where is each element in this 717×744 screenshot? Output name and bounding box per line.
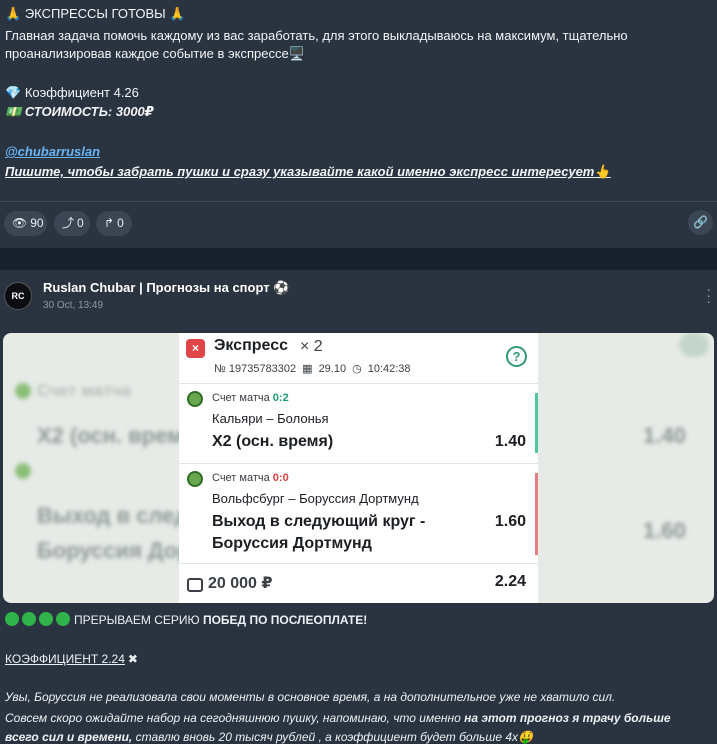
green-circle-icon: [22, 612, 36, 626]
share-icon: ⤴: [62, 216, 75, 230]
message-gap: [0, 248, 717, 270]
post-title: 🙏 ЭКСПРЕССЫ ГОТОВЫ 🙏: [5, 5, 185, 22]
score-label: Счет матча: [212, 472, 270, 484]
copy-link-button[interactable]: 🔗: [688, 210, 713, 235]
streak-prefix: ПРЕРЫВАЕМ СЕРИЮ: [74, 613, 200, 627]
green-circle-icon: [56, 612, 70, 626]
event-odd: 1.40: [494, 433, 526, 450]
views-counter[interactable]: 👁 90: [4, 211, 47, 236]
event-score: Счет матча 0:2: [212, 392, 289, 404]
post-title-text: ЭКСПРЕССЫ ГОТОВЫ: [24, 6, 166, 21]
green-circles: [5, 612, 70, 626]
forward-counter[interactable]: ↱ 0: [96, 211, 132, 236]
events-count: × 2: [300, 338, 323, 355]
post-text-line1: Увы, Боруссия не реализовала свои момент…: [5, 690, 616, 704]
card-header: × Экспресс × 2 № 19735783302 ▦ 29.10 ◷ 1…: [179, 333, 538, 383]
money-icon: 💵: [5, 104, 22, 119]
blurred-ball-icon: [15, 383, 31, 399]
cost-line: 💵 СТОИМОСТЬ: 3000₽: [5, 103, 154, 120]
computer-icon: 🖥️: [288, 46, 305, 61]
blurred-background-text: Счет матча: [37, 381, 131, 400]
green-circle-icon: [5, 612, 19, 626]
green-circle-icon: [39, 612, 53, 626]
more-options-icon[interactable]: · · ·: [706, 282, 711, 308]
post-text-line2: Совсем скоро ожидайте набор на сегодняшн…: [5, 710, 671, 726]
blurred-background-text: 1.40: [643, 423, 686, 448]
message-post-express-ready: 🙏 ЭКСПРЕССЫ ГОТОВЫ 🙏 Главная задача помо…: [0, 0, 717, 248]
gem-icon: 💎: [5, 85, 22, 100]
soccer-ball-icon: [187, 391, 203, 407]
blurred-background-text: 1.60: [643, 518, 686, 543]
event-teams: Кальяри – Болонья: [212, 411, 329, 426]
event-bet: Выход в следующий круг - Боруссия Дортму…: [212, 511, 425, 555]
blurred-background-shape: [679, 333, 709, 357]
coefficient-line: 💎 Коэффициент 4.26: [5, 84, 139, 101]
share-counter[interactable]: ⤴ 0: [54, 211, 90, 236]
forward-icon: ↱: [104, 216, 115, 230]
pray-icon: 🙏: [5, 6, 22, 21]
username-link[interactable]: @chubarruslan: [5, 143, 100, 160]
post-text-line3-b: ставлю вновь 20 тысяч рублей , а коэффиц…: [132, 730, 519, 744]
event-teams: Вольфсбург – Боруссия Дортмунд: [212, 491, 419, 506]
event-odd: 1.60: [494, 513, 526, 530]
wallet-icon: [187, 578, 203, 592]
help-icon: ?: [506, 346, 527, 367]
cost-text: СТОИМОСТЬ: 3000₽: [24, 104, 154, 119]
score-label: Счет матча: [212, 392, 270, 404]
blurred-ball-icon: [15, 463, 31, 479]
streak-bold: ПОБЕД ПО ПОСЛЕОПЛАТЕ!: [202, 613, 368, 627]
views-count: 90: [30, 216, 44, 230]
forward-count: 0: [117, 216, 124, 230]
loss-indicator: [535, 473, 538, 555]
post-text-line2-b: на этот прогноз я трачу больше: [464, 711, 671, 725]
total-odd: 2.24: [494, 573, 526, 590]
post-description-line1: Главная задача помочь каждому из вас зар…: [5, 28, 628, 43]
event-bet: Х2 (осн. время): [212, 433, 334, 450]
event-score: Счет матча 0:0: [212, 472, 289, 484]
card-title: Экспресс: [214, 337, 288, 354]
pray-icon: 🙏: [169, 6, 186, 21]
avatar[interactable]: RC: [4, 282, 32, 310]
result-coefficient: КОЭФФИЦИЕНТ 2.24 ✖: [5, 651, 138, 667]
express-bet-card: × Экспресс × 2 № 19735783302 ▦ 29.10 ◷ 1…: [179, 333, 538, 603]
streak-line: ПРЕРЫВАЕМ СЕРИЮ ПОБЕД ПО ПОСЛЕОПЛАТЕ!: [74, 612, 367, 628]
event-bet-line1: Выход в следующий круг -: [212, 513, 426, 530]
call-to-action-text: Пишите, чтобы забрать пушки и сразу указ…: [5, 164, 595, 179]
result-coefficient-text: КОЭФФИЦИЕНТ 2.24: [5, 652, 125, 666]
money-face-icon: 🤑: [518, 730, 533, 744]
soccer-ball-icon: [187, 471, 203, 487]
divider: [0, 201, 717, 202]
eye-icon: 👁: [12, 216, 28, 230]
post-description-line2: проанализировав каждое событие в экспрес…: [5, 45, 305, 62]
post-text-line3-a: всего сил и времени,: [5, 730, 133, 744]
stake-amount: 20 000 ₽: [208, 575, 273, 592]
coefficient-text: Коэффициент 4.26: [24, 85, 139, 100]
close-icon: ×: [186, 339, 205, 358]
cross-icon: ✖: [127, 652, 138, 666]
channel-name[interactable]: Ruslan Chubar | Прогнозы на спорт ⚽: [43, 280, 289, 296]
event-item: Счет матча 0:2 Кальяри – Болонья Х2 (осн…: [179, 383, 538, 463]
bet-time: 10:42:38: [367, 362, 411, 375]
post-description-line2-text: проанализировав каждое событие в экспрес…: [5, 46, 289, 61]
post-date: 30 Oct, 13:49: [43, 300, 104, 311]
divider: [179, 563, 538, 564]
pointing-up-icon: 👆: [594, 164, 611, 179]
bet-date: 29.10: [318, 362, 347, 375]
bet-number: № 19735783302: [214, 362, 297, 375]
share-count: 0: [77, 216, 84, 230]
win-indicator: [535, 393, 538, 453]
event-bet-line2: Боруссия Дортмунд: [212, 535, 372, 552]
link-icon: 🔗: [693, 215, 708, 229]
score-value: 0:0: [272, 472, 289, 484]
post-text-line2-a: Совсем скоро ожидайте набор на сегодняшн…: [5, 711, 465, 725]
event-item: Счет матча 0:0 Вольфсбург – Боруссия Дор…: [179, 463, 538, 563]
clock-icon: ◷: [352, 363, 362, 375]
post-text-line3: всего сил и времени, ставлю вновь 20 тыс…: [5, 729, 533, 744]
calendar-icon: ▦: [302, 363, 313, 375]
call-to-action: Пишите, чтобы забрать пушки и сразу указ…: [5, 163, 611, 180]
score-value: 0:2: [272, 392, 289, 404]
card-meta: № 19735783302 ▦ 29.10 ◷ 10:42:38: [214, 362, 411, 376]
